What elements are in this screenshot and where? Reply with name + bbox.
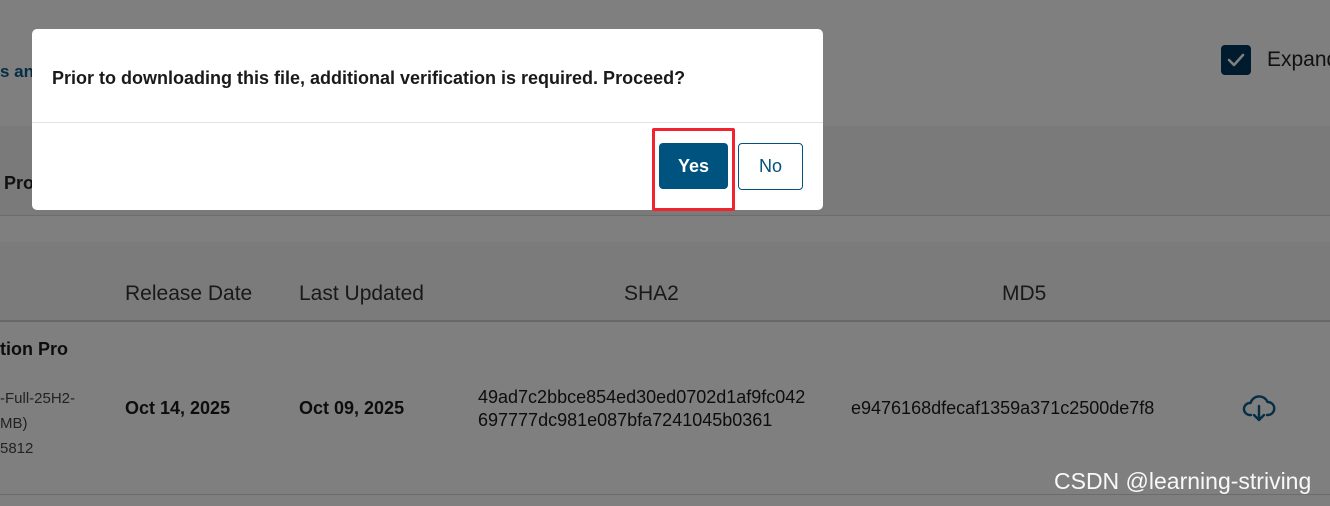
- annotation-highlight-box: [652, 128, 735, 211]
- watermark: CSDN @learning-striving: [1054, 468, 1312, 494]
- no-button[interactable]: No: [738, 143, 803, 190]
- dialog-message: Prior to downloading this file, addition…: [52, 68, 686, 88]
- dialog-divider: [32, 122, 823, 123]
